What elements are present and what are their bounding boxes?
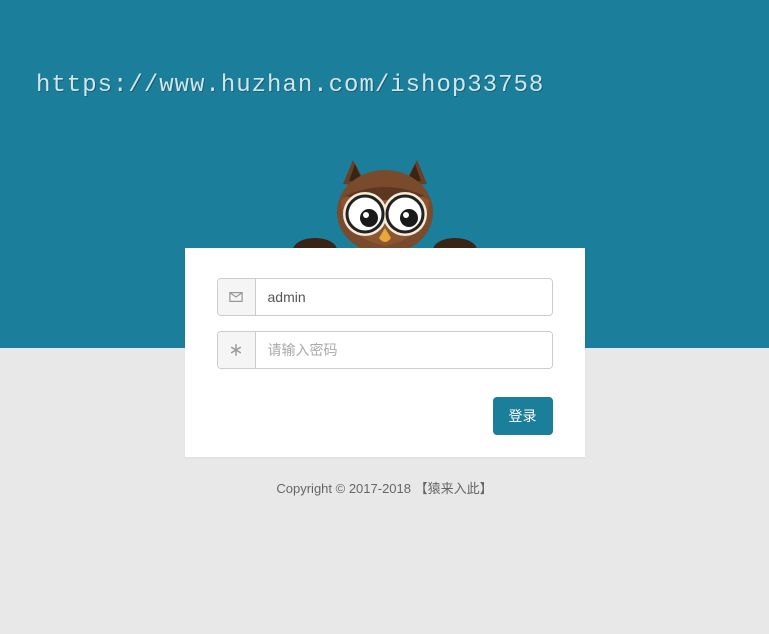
login-button[interactable]: 登录 (493, 397, 553, 435)
watermark-text: https://www.huzhan.com/ishop33758 (36, 72, 544, 99)
password-group (217, 331, 553, 369)
asterisk-icon (218, 332, 256, 368)
footer-copyright: Copyright © 2017-2018 【猿来入此】 (0, 478, 769, 497)
envelope-icon (218, 279, 256, 315)
login-card: 登录 (185, 248, 585, 457)
owl-mascot (285, 156, 485, 256)
username-group (217, 278, 553, 316)
username-input[interactable] (256, 279, 552, 315)
button-row: 登录 (217, 397, 553, 435)
password-input[interactable] (256, 332, 552, 368)
